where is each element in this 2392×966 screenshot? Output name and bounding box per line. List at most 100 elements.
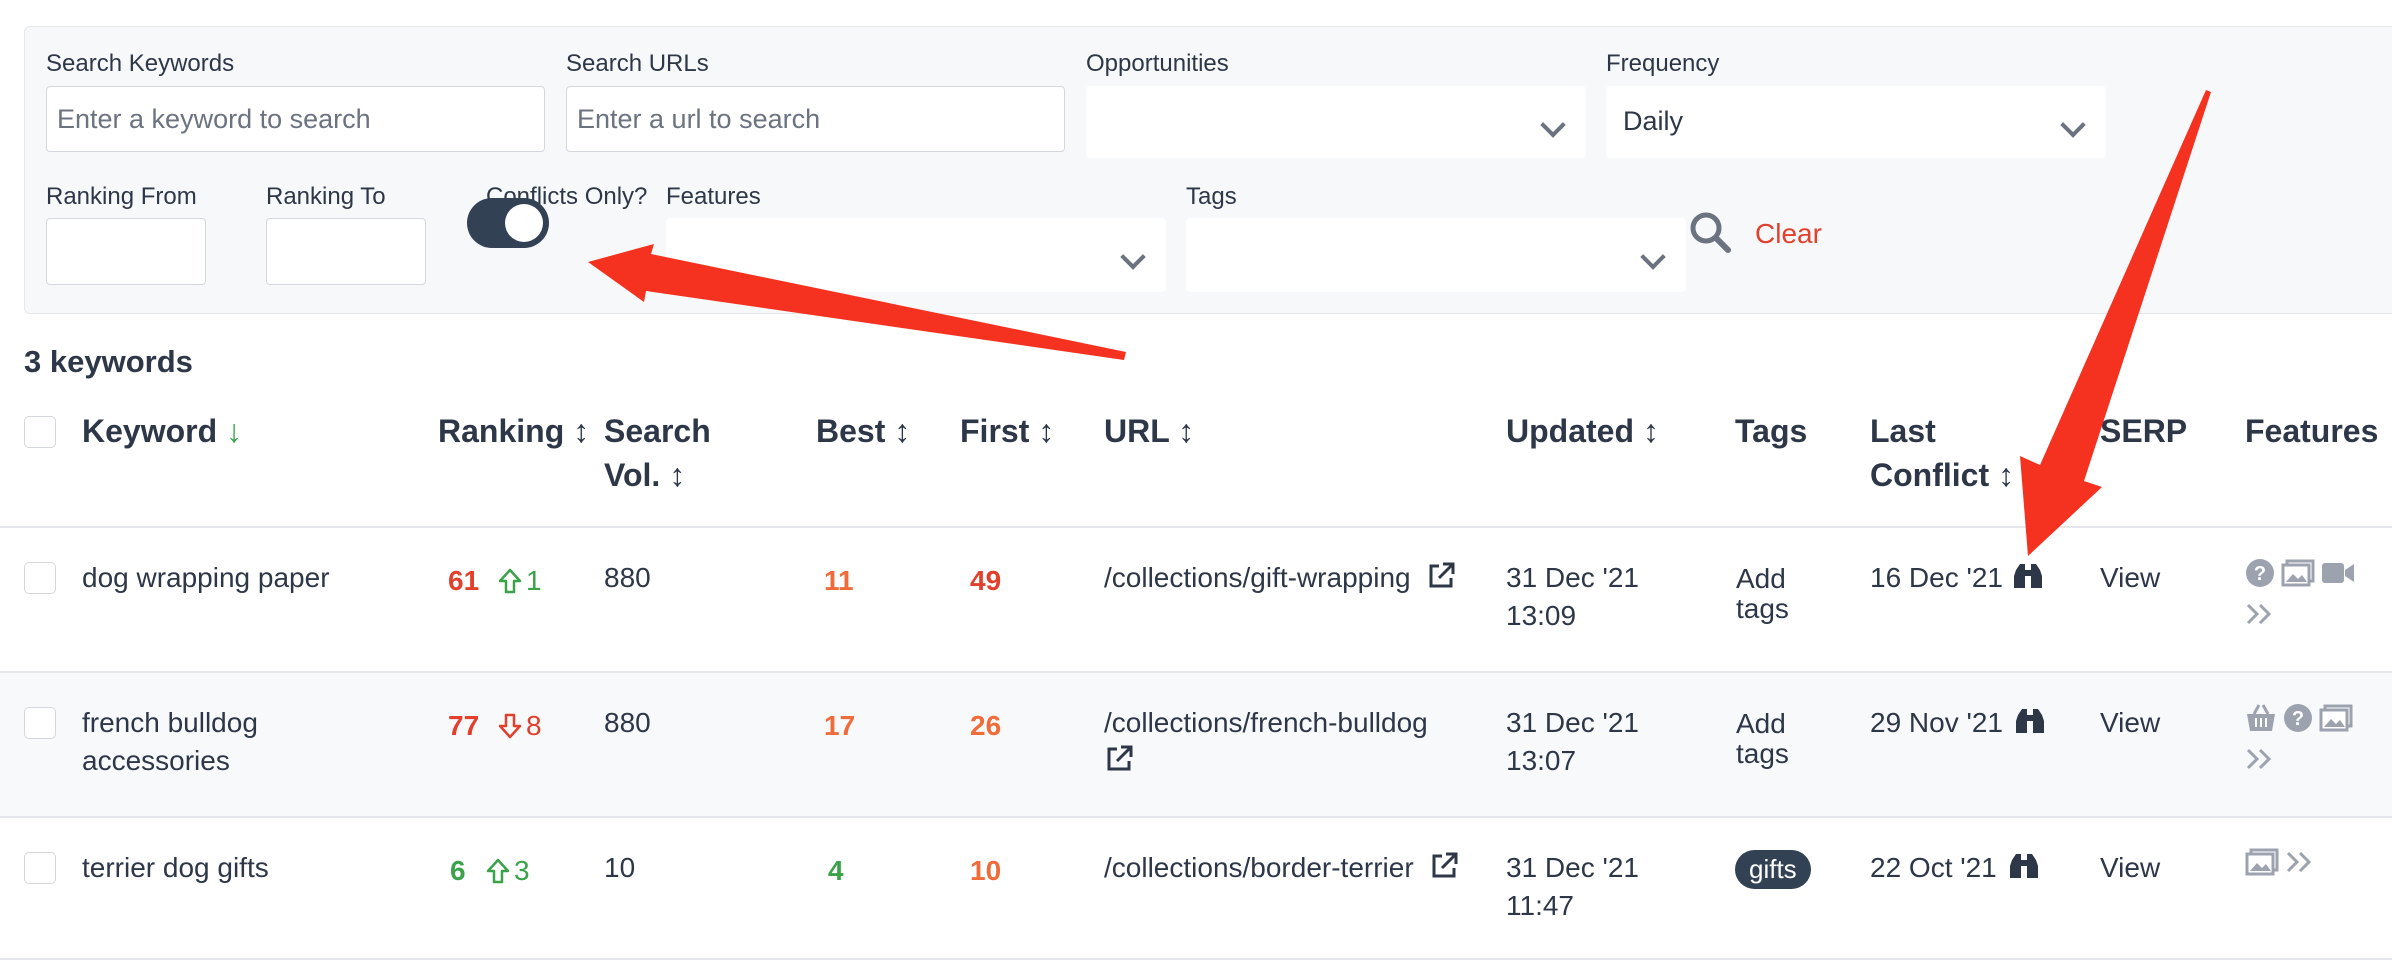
serp-view-link[interactable]: View: [2100, 704, 2160, 742]
column-keyword[interactable]: Keyword ↓: [82, 409, 242, 453]
ranking-value: 77: [448, 710, 480, 741]
chevron-down-icon: [1640, 244, 1666, 270]
updated-date: 31 Dec '21: [1506, 707, 1639, 738]
table-row: [0, 816, 2392, 961]
column-url[interactable]: URL ↕: [1104, 409, 1194, 453]
opportunities-label: Opportunities: [1086, 50, 1229, 77]
external-link-icon[interactable]: [1426, 561, 1456, 591]
clear-button[interactable]: Clear: [1755, 218, 1822, 250]
search-icon[interactable]: [1686, 208, 1734, 256]
add-tags-label-2: tags: [1736, 593, 1789, 624]
frequency-label: Frequency: [1606, 50, 1720, 77]
double-chevron-right-icon[interactable]: [2245, 602, 2275, 626]
best-value: 17: [824, 710, 856, 741]
frequency-select[interactable]: Daily: [1606, 86, 2106, 158]
url-text: /collections/french-bulldog: [1104, 707, 1428, 738]
add-tags-label-2: tags: [1736, 738, 1789, 769]
url-text: /collections/border-terrier: [1104, 852, 1414, 883]
column-updated[interactable]: Updated ↕: [1506, 409, 1659, 453]
column-first[interactable]: First ↕: [960, 409, 1054, 453]
add-tags-label-1: Add: [1736, 708, 1786, 739]
search-keywords-input[interactable]: [46, 86, 545, 152]
tag-chip[interactable]: gifts: [1735, 850, 1811, 889]
serp-view-link[interactable]: View: [2100, 559, 2160, 597]
updated-cell: 31 Dec '21 13:07: [1506, 704, 1639, 780]
ranking-from-input[interactable]: [46, 218, 206, 285]
column-serp: SERP: [2100, 413, 2188, 449]
ranking-to-label: Ranking To: [266, 183, 386, 210]
features-select[interactable]: [666, 218, 1166, 292]
best-value: 4: [828, 855, 844, 886]
external-link-icon[interactable]: [1104, 744, 1134, 774]
ranking-change-value: 3: [514, 855, 530, 886]
table-bottom-border: [0, 958, 2392, 960]
ranking-change-down: 8: [498, 707, 542, 745]
sort-icon: ↕: [894, 413, 911, 449]
column-features: Features: [2245, 413, 2379, 449]
image-icon: [2319, 704, 2353, 732]
chevron-down-icon: [1540, 112, 1566, 138]
last-conflict-cell: 29 Nov '21: [1870, 707, 2003, 738]
sort-icon: ↕: [1997, 457, 2014, 493]
url-link[interactable]: /collections/gift-wrapping: [1104, 559, 1456, 597]
keyword-cell[interactable]: dog wrapping paper: [82, 559, 330, 597]
tags-label: Tags: [1186, 183, 1237, 210]
image-icon: [2281, 559, 2315, 587]
features-icons: ?: [2245, 558, 2355, 588]
binoculars-icon[interactable]: [2012, 562, 2044, 590]
conflicts-only-toggle[interactable]: [467, 198, 549, 248]
row-checkbox[interactable]: [24, 852, 56, 884]
add-tags-link[interactable]: Add tags: [1736, 709, 1789, 769]
column-ranking[interactable]: Ranking ↕: [438, 409, 589, 453]
sort-icon: ↕: [1642, 413, 1659, 449]
add-tags-link[interactable]: Add tags: [1736, 564, 1789, 624]
ranking-value: 6: [450, 855, 466, 886]
binoculars-icon[interactable]: [2008, 852, 2040, 880]
column-best[interactable]: Best ↕: [816, 409, 910, 453]
double-chevron-right-icon[interactable]: [2245, 747, 2275, 771]
row-checkbox[interactable]: [24, 562, 56, 594]
sort-icon: ↕: [1038, 413, 1055, 449]
tags-select[interactable]: [1186, 218, 1686, 292]
column-last-conflict[interactable]: Last Conflict ↕: [1870, 409, 2014, 497]
search-vol-cell: 880: [604, 707, 651, 738]
ranking-change-value: 8: [526, 710, 542, 741]
add-tags-label-1: Add: [1736, 563, 1786, 594]
ranking-from-label: Ranking From: [46, 183, 197, 210]
chevron-down-icon: [2060, 112, 2086, 138]
last-conflict-cell: 22 Oct '21: [1870, 852, 1997, 883]
select-all-checkbox[interactable]: [24, 416, 56, 448]
updated-time: 13:07: [1506, 745, 1577, 776]
column-best-label: Best: [816, 413, 886, 449]
search-vol-cell: 10: [604, 852, 636, 883]
search-urls-input[interactable]: [566, 86, 1065, 152]
column-updated-label: Updated: [1506, 413, 1634, 449]
ranking-to-input[interactable]: [266, 218, 426, 285]
column-last-conflict-label-2: Conflict: [1870, 457, 1990, 493]
external-link-icon[interactable]: [1429, 851, 1459, 881]
toggle-knob: [505, 204, 543, 242]
double-chevron-right-icon[interactable]: [2285, 850, 2315, 874]
serp-view-link[interactable]: View: [2100, 849, 2160, 887]
row-checkbox[interactable]: [24, 707, 56, 739]
column-search-vol-label-1: Search: [604, 413, 711, 449]
url-link[interactable]: /collections/french-bulldog: [1104, 704, 1428, 784]
search-keywords-label: Search Keywords: [46, 50, 235, 77]
arrow-up-outline-icon: [498, 568, 522, 594]
updated-date: 31 Dec '21: [1506, 562, 1639, 593]
arrow-down-outline-icon: [498, 713, 522, 739]
updated-cell: 31 Dec '21 11:47: [1506, 849, 1639, 925]
keyword-line-2: accessories: [82, 745, 230, 776]
ranking-change-up: 1: [498, 562, 542, 600]
url-link[interactable]: /collections/border-terrier: [1104, 849, 1459, 887]
chevron-down-icon: [1120, 244, 1146, 270]
keyword-cell[interactable]: french bulldog accessories: [82, 704, 258, 780]
sort-down-icon: ↓: [226, 413, 243, 449]
binoculars-icon[interactable]: [2014, 707, 2046, 735]
updated-time: 11:47: [1506, 890, 1574, 921]
sort-icon: ↕: [669, 457, 686, 493]
keyword-cell[interactable]: terrier dog gifts: [82, 849, 269, 887]
column-search-vol[interactable]: Search Vol. ↕: [604, 409, 711, 497]
search-urls-label: Search URLs: [566, 50, 709, 77]
opportunities-select[interactable]: [1086, 86, 1586, 158]
